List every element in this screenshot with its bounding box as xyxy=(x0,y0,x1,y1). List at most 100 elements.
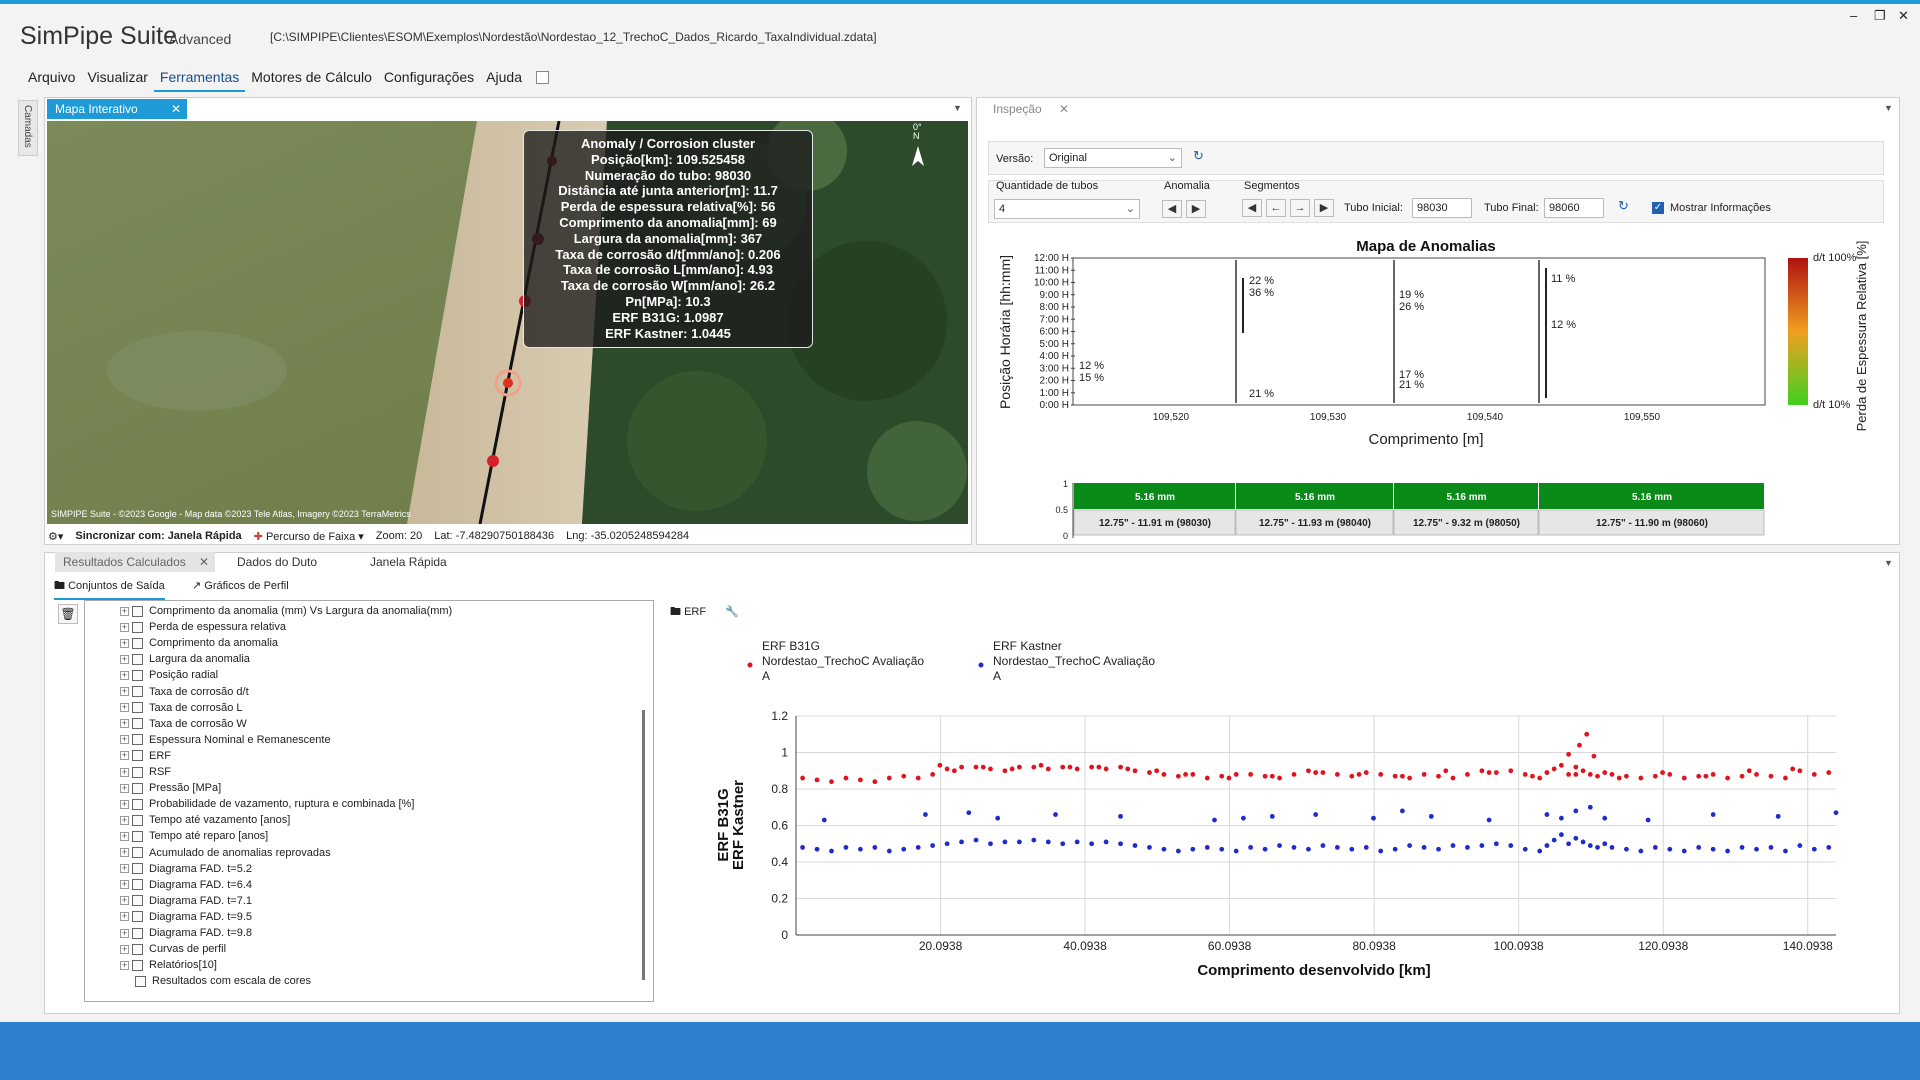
tree-item[interactable]: + Diagrama FAD. t=7.1 xyxy=(120,893,252,909)
tree-item[interactable]: + Taxa de corrosão d/t xyxy=(120,684,249,700)
tab-close-icon[interactable]: ✕ xyxy=(1059,99,1069,119)
expand-icon[interactable]: + xyxy=(120,831,129,841)
refresh-icon[interactable]: ↻ xyxy=(1618,198,1629,214)
last-segment-button[interactable]: ▶ xyxy=(1314,199,1334,217)
trash-icon[interactable]: 🗑 xyxy=(58,604,78,624)
wrench-icon[interactable]: 🔧 xyxy=(725,606,739,618)
tree-item[interactable]: + Tempo até reparo [anos] xyxy=(120,828,268,844)
tree-item[interactable]: + RSF xyxy=(120,764,171,780)
sync-label[interactable]: Sincronizar com: Janela Rápida xyxy=(75,530,241,542)
expand-icon[interactable]: + xyxy=(120,751,129,761)
tube-start-input[interactable]: 98030 xyxy=(1412,198,1472,218)
tree-item[interactable]: + Taxa de corrosão W xyxy=(120,716,247,732)
expand-icon[interactable]: + xyxy=(120,606,129,616)
expand-icon[interactable]: + xyxy=(120,864,129,874)
anomaly-map-chart[interactable]: Mapa de Anomalias 12:00 H11:00 H10:00 H9… xyxy=(988,228,1888,542)
menu-visualizar[interactable]: Visualizar xyxy=(81,68,153,92)
tab-inspecao[interactable]: Inspeção ✕ xyxy=(985,99,1075,119)
expand-icon[interactable]: + xyxy=(120,815,129,825)
tree-item[interactable]: + Posição radial xyxy=(120,667,218,683)
expand-icon[interactable]: + xyxy=(120,670,129,680)
tab-resultados-calculados[interactable]: Resultados Calculados ✕ xyxy=(55,552,215,572)
panel-dropdown-icon[interactable]: ▼ xyxy=(1884,558,1893,568)
menu-ajuda[interactable]: Ajuda xyxy=(480,68,528,92)
expand-icon[interactable]: + xyxy=(120,687,129,697)
close-icon[interactable]: ✕ xyxy=(1898,8,1909,24)
tree-item[interactable]: + Tempo até vazamento [anos] xyxy=(120,812,290,828)
tree-item[interactable]: + Diagrama FAD. t=6.4 xyxy=(120,877,252,893)
prev-anomaly-button[interactable]: ◀ xyxy=(1162,200,1182,218)
tree-item[interactable]: + Taxa de corrosão L xyxy=(120,700,243,716)
expand-icon[interactable]: + xyxy=(120,719,129,729)
expand-icon[interactable]: + xyxy=(120,880,129,890)
tree-item[interactable]: + Comprimento da anomalia (mm) Vs Largura… xyxy=(120,603,452,619)
next-anomaly-button[interactable]: ▶ xyxy=(1186,200,1206,218)
expand-icon[interactable]: + xyxy=(120,638,129,648)
settings-icon[interactable]: ⚙▾ xyxy=(48,530,63,543)
erf-point xyxy=(1349,846,1355,852)
expand-icon[interactable]: + xyxy=(120,896,129,906)
expand-icon[interactable]: + xyxy=(120,703,129,713)
prev-segment-button[interactable]: ← xyxy=(1266,199,1286,217)
expand-icon[interactable]: + xyxy=(120,848,129,858)
tree-item[interactable]: + Diagrama FAD. t=9.8 xyxy=(120,925,252,941)
qty-select[interactable]: 4 ⌄ xyxy=(994,199,1140,219)
erf-point xyxy=(1450,775,1456,781)
tree-item[interactable]: Resultados com escala de cores xyxy=(120,973,311,989)
tree-item[interactable]: + Largura da anomalia xyxy=(120,651,250,667)
subtab-conjuntos-saida[interactable]: 🖿 Conjuntos de Saída xyxy=(54,577,165,600)
first-segment-button[interactable]: ◀ xyxy=(1242,199,1262,217)
minimize-icon[interactable]: – xyxy=(1850,8,1857,23)
tree-item[interactable]: + Acumulado de anomalias reprovadas xyxy=(120,845,331,861)
tab-janela-rapida[interactable]: Janela Rápida xyxy=(362,552,455,572)
expand-icon[interactable]: + xyxy=(120,767,129,777)
subtab-graficos-perfil[interactable]: ↗ Gráficos de Perfil xyxy=(192,579,289,592)
tube-end-input[interactable]: 98060 xyxy=(1544,198,1604,218)
tab-dados-duto[interactable]: Dados do Duto xyxy=(229,552,325,572)
tab-close-icon[interactable]: ✕ xyxy=(171,99,181,119)
expand-icon[interactable]: + xyxy=(120,783,129,793)
satellite-map[interactable]: 0° N xyxy=(47,121,968,524)
menu-arquivo[interactable]: Arquivo xyxy=(22,68,81,92)
menu-configuracoes[interactable]: Configurações xyxy=(378,68,480,92)
version-select[interactable]: Original ⌄ xyxy=(1044,148,1182,168)
tree-scrollbar[interactable] xyxy=(642,710,645,980)
dataset-icon xyxy=(132,943,143,955)
expand-icon[interactable]: + xyxy=(120,622,129,632)
show-info-checkbox[interactable]: ✓ xyxy=(1652,202,1664,214)
tree-item[interactable]: + Perda de espessura relativa xyxy=(120,619,286,635)
tree-item[interactable]: + Curvas de perfil xyxy=(120,941,226,957)
menu-ferramentas[interactable]: Ferramentas xyxy=(153,68,246,92)
expand-icon[interactable]: + xyxy=(120,799,129,809)
panel-dropdown-icon[interactable]: ▼ xyxy=(1884,103,1893,113)
tree-item[interactable]: + ERF xyxy=(120,748,171,764)
expand-icon[interactable]: + xyxy=(120,944,129,954)
expand-icon[interactable]: + xyxy=(120,960,129,970)
tree-item[interactable]: + Comprimento da anomalia xyxy=(120,635,278,651)
erf-scatter-chart[interactable]: ERF B31GNordestao_TrechoC AvaliaçãoAERF … xyxy=(666,620,1896,1000)
tree-item[interactable]: + Espessura Nominal e Remanescente xyxy=(120,732,331,748)
menu-motores-calculo[interactable]: Motores de Cálculo xyxy=(245,68,378,92)
erf-point xyxy=(1443,768,1449,774)
panel-dropdown-icon[interactable]: ▼ xyxy=(953,103,962,113)
layers-sidebar-tab[interactable]: Camadas xyxy=(18,100,38,156)
menu-checkbox[interactable] xyxy=(535,71,549,84)
tab-close-icon[interactable]: ✕ xyxy=(199,552,209,572)
tree-item[interactable]: + Relatórios[10] xyxy=(120,957,217,973)
tree-item[interactable]: + Diagrama FAD. t=5.2 xyxy=(120,861,252,877)
expand-icon[interactable]: + xyxy=(120,735,129,745)
expand-icon[interactable]: + xyxy=(120,654,129,664)
expand-icon[interactable]: + xyxy=(120,928,129,938)
restore-icon[interactable]: ❐ xyxy=(1874,8,1886,24)
tab-mapa-interativo[interactable]: Mapa Interativo ✕ xyxy=(47,99,187,119)
tree-item[interactable]: + Diagrama FAD. t=9.5 xyxy=(120,909,252,925)
chart-icon[interactable]: 🖿 xyxy=(670,606,681,618)
refresh-icon[interactable]: ↻ xyxy=(1193,148,1204,164)
track-dropdown[interactable]: ✚ Percurso de Faixa ▾ xyxy=(254,530,364,543)
tree-item[interactable]: + Pressão [MPa] xyxy=(120,780,221,796)
erf-point xyxy=(1696,845,1702,850)
next-segment-button[interactable]: → xyxy=(1290,199,1310,217)
expand-icon[interactable]: + xyxy=(120,912,129,922)
tree-item[interactable]: + Probabilidade de vazamento, ruptura e c… xyxy=(120,796,414,812)
pipe-segments: 5.16 mm 12.75" - 11.91 m (98030) 5.16 mm 12… xyxy=(1073,483,1765,536)
